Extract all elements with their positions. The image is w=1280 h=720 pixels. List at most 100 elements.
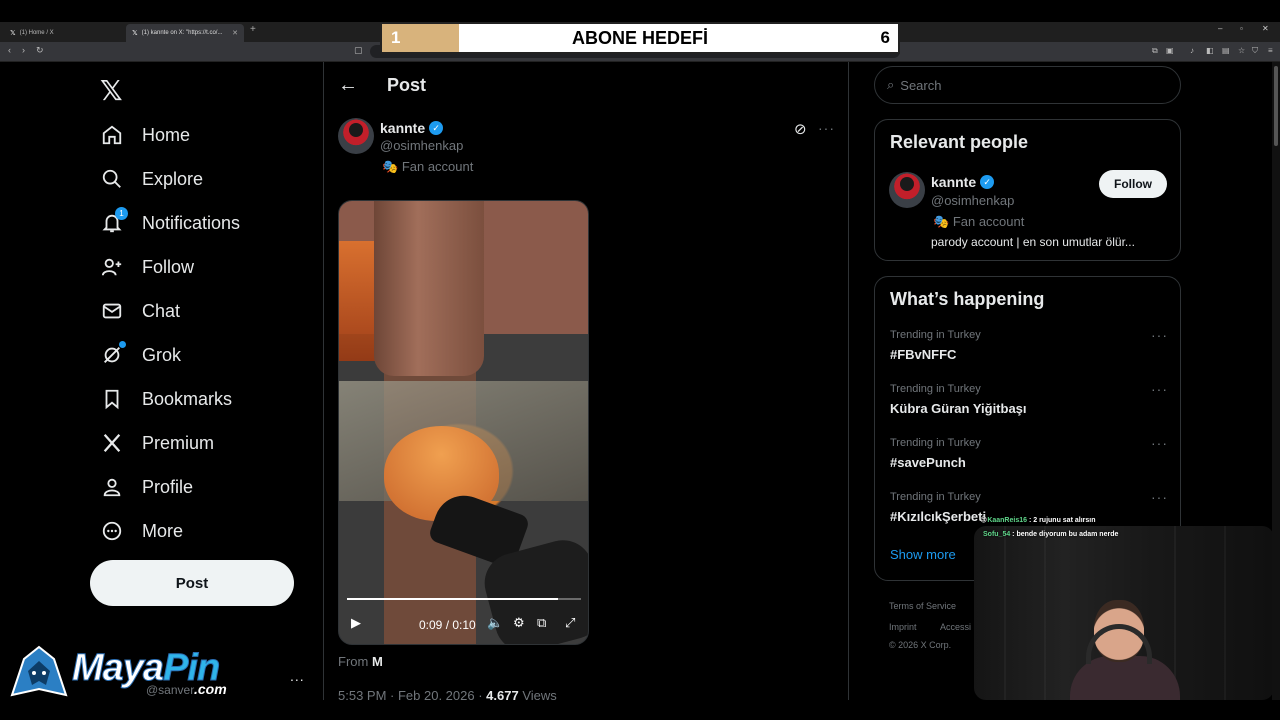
settings-icon[interactable]: ⚙ <box>513 615 525 631</box>
shield-icon[interactable]: ⛉ <box>1252 46 1258 56</box>
fullscreen-icon[interactable]: ⤢ <box>565 615 575 631</box>
nav-label: Bookmarks <box>142 388 233 409</box>
wolf-logo-icon <box>10 645 68 697</box>
whats-happening-title: What’s happening <box>890 289 1045 309</box>
grok-explain-icon[interactable]: ⊘ <box>794 120 807 138</box>
chat-message: 😊KaanReis16 : 2 rujunu sat alırsın <box>980 517 1096 524</box>
browser-tab-post[interactable]: 𝕏 (1) kannte on X: "https://t.co/... ✕ <box>126 24 244 42</box>
streamer-webcam <box>974 526 1274 700</box>
video-time: 0:09 / 0:10 <box>419 618 476 632</box>
nav-item-grok[interactable]: Grok <box>100 338 181 372</box>
relevant-people-title: Relevant people <box>890 132 1029 152</box>
nav-item-profile[interactable]: Profile <box>100 470 193 504</box>
user-icon <box>100 475 124 499</box>
nav-label: Profile <box>142 476 194 497</box>
trend-meta: Trending in Turkey <box>890 383 981 395</box>
bookmark-icon <box>100 387 124 411</box>
maximize-icon[interactable]: ▫ <box>1240 24 1243 33</box>
nav-label: Grok <box>142 344 182 365</box>
page-icon: ▢ <box>354 45 363 55</box>
page-scrollbar[interactable] <box>1272 62 1280 700</box>
person-handle[interactable]: @osimhenkap <box>931 193 1014 208</box>
pip-icon[interactable]: ⧉ <box>537 615 546 631</box>
reload-icon[interactable]: ↻ <box>36 45 44 56</box>
trend-item[interactable]: #KızılcıkŞerbeti <box>890 509 986 524</box>
sidebar-icon[interactable]: ◧ <box>1206 46 1214 55</box>
mayapin-logo: MayaPin .com <box>6 645 236 701</box>
source-name[interactable]: M <box>372 654 383 669</box>
nav-label: Chat <box>142 300 181 321</box>
post-button[interactable]: Post <box>90 560 294 606</box>
x-logo-icon[interactable]: 𝕏 <box>100 74 123 107</box>
logo-suffix: .com <box>194 681 227 697</box>
nav-item-chat[interactable]: Chat <box>100 294 180 328</box>
play-icon[interactable]: ▶ <box>351 615 361 631</box>
forward-nav-icon[interactable]: › <box>22 45 25 55</box>
trend-item[interactable]: Kübra Güran Yiğitbaşı <box>890 401 1027 416</box>
nav-item-bookmarks[interactable]: Bookmarks <box>100 382 232 416</box>
x-icon <box>100 431 124 455</box>
nav-item-home[interactable]: Home <box>100 118 190 152</box>
post-source: From M <box>338 654 383 669</box>
browser-tab-home[interactable]: 𝕏 (1) Home / X <box>4 24 122 42</box>
show-more-link[interactable]: Show more <box>890 547 956 562</box>
video-frame <box>339 241 379 361</box>
search-icon <box>100 167 124 191</box>
window-close-icon[interactable]: ✕ <box>1262 24 1269 33</box>
search-icon: ⌕ <box>887 77 895 92</box>
nav-item-more[interactable]: More <box>100 514 183 548</box>
nav-label: Explore <box>142 168 204 189</box>
nav-label: Home <box>142 124 191 145</box>
trend-item[interactable]: #savePunch <box>890 455 966 470</box>
nav-item-follow[interactable]: Follow <box>100 250 194 284</box>
notification-badge: 1 <box>115 207 128 220</box>
video-progress-bar[interactable] <box>347 598 581 600</box>
trend-more-icon[interactable]: ··· <box>1151 489 1168 505</box>
menu-icon[interactable]: ≡ <box>1268 46 1273 55</box>
person-avatar[interactable] <box>889 172 925 208</box>
bookmark-bar-icon[interactable]: ☆ <box>1238 46 1245 55</box>
post-video[interactable]: ▶ 0:09 / 0:10 🔈 ⚙ ⧉ ⤢ <box>338 200 589 645</box>
tab-label: (1) kannte on X: "https://t.co/... <box>141 30 223 36</box>
account-more-icon[interactable]: ... <box>290 668 305 684</box>
new-tab-button[interactable]: + <box>250 24 256 35</box>
trend-more-icon[interactable]: ··· <box>1151 381 1168 397</box>
back-arrow-icon[interactable]: ← <box>338 74 358 97</box>
subscriber-goal-overlay: 1 ABONE HEDEFİ 6 <box>380 22 900 54</box>
goal-title: ABONE HEDEFİ <box>571 27 708 48</box>
minimize-icon[interactable]: – <box>1218 24 1222 33</box>
x-favicon-icon: 𝕏 <box>10 30 16 37</box>
nav-label: Follow <box>142 256 195 277</box>
tab-icon[interactable]: ▤ <box>1222 46 1230 55</box>
tab-close-icon[interactable]: ✕ <box>232 29 238 37</box>
author-name[interactable]: kannte ✓ <box>380 120 444 136</box>
trend-more-icon[interactable]: ··· <box>1151 327 1168 343</box>
footer-link[interactable]: Imprint <box>889 622 917 632</box>
footer-link[interactable]: Terms of Service <box>889 601 956 611</box>
nav-item-explore[interactable]: Explore <box>100 162 203 196</box>
volume-icon[interactable]: 🔈 <box>487 615 503 631</box>
music-icon[interactable]: ♪ <box>1190 46 1194 55</box>
nav-item-notifications[interactable]: 1 Notifications <box>100 206 240 240</box>
search-input[interactable]: ⌕ Search <box>874 66 1181 104</box>
post-more-icon[interactable]: ··· <box>818 120 835 136</box>
more-circle-icon <box>100 519 124 543</box>
follow-button[interactable]: Follow <box>1099 170 1167 198</box>
extension-icon[interactable]: ▣ <box>1166 46 1174 55</box>
relevant-people-card: Relevant people kannte ✓ @osimhenkap 🎭 F… <box>874 119 1181 261</box>
video-frame <box>374 201 484 376</box>
author-avatar[interactable] <box>338 118 374 154</box>
footer-link[interactable]: Accessi <box>940 622 971 632</box>
extension-icon[interactable]: ⧉ <box>1152 46 1158 56</box>
grok-icon <box>100 341 126 367</box>
trend-more-icon[interactable]: ··· <box>1151 435 1168 451</box>
verified-icon: ✓ <box>980 175 995 189</box>
nav-item-premium[interactable]: Premium <box>100 426 214 460</box>
trend-item[interactable]: #FBvNFFC <box>890 347 956 362</box>
back-nav-icon[interactable]: ‹ <box>8 45 11 55</box>
trend-meta: Trending in Turkey <box>890 329 981 341</box>
nav-label: Notifications <box>142 212 241 233</box>
person-name[interactable]: kannte ✓ <box>931 174 995 190</box>
author-handle[interactable]: @osimhenkap <box>380 138 463 153</box>
column-divider <box>323 62 324 700</box>
